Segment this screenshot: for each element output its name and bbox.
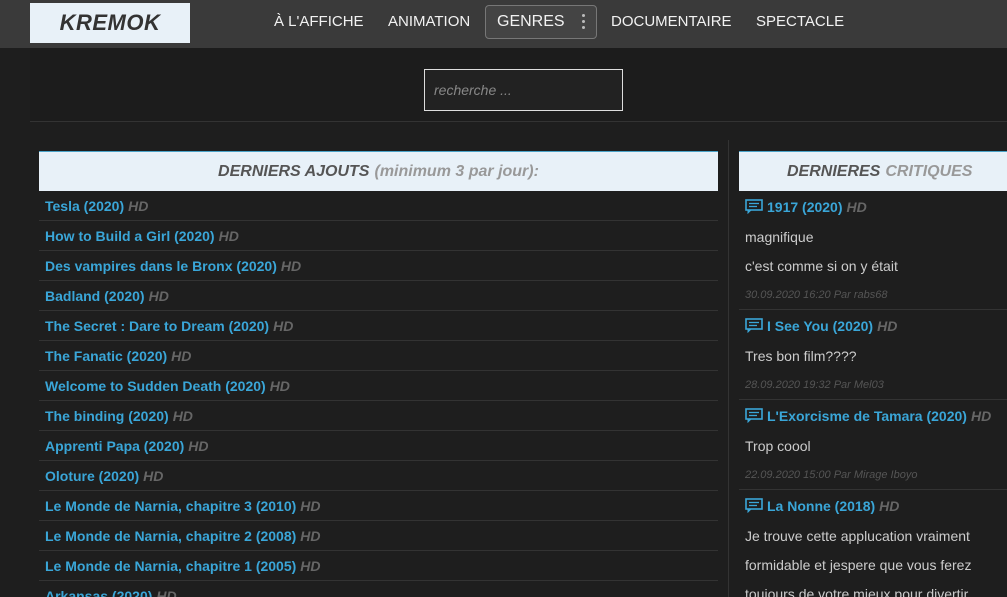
quality-badge: HD bbox=[300, 497, 321, 514]
film-row: Le Monde de Narnia, chapitre 2 (2008) HD bbox=[39, 521, 718, 551]
film-title-link[interactable]: Arkansas (2020) bbox=[45, 588, 152, 597]
film-title-link[interactable]: Des vampires dans le Bronx (2020) bbox=[45, 258, 277, 274]
comment-icon bbox=[745, 199, 763, 214]
top-navbar: KREMOK À L'AFFICHE ANIMATION GENRES DOCU… bbox=[0, 0, 1007, 48]
latest-critiques-subtitle: CRITIQUES bbox=[885, 162, 973, 180]
quality-badge: HD bbox=[128, 197, 149, 214]
critique-text: Tres bon film???? bbox=[745, 347, 857, 364]
film-title-link[interactable]: Badland (2020) bbox=[45, 288, 145, 304]
column-divider bbox=[728, 140, 729, 597]
critique-title-row: I See You (2020) HD bbox=[745, 310, 1007, 341]
site-logo[interactable]: KREMOK bbox=[30, 3, 190, 43]
film-row: Oloture (2020) HD bbox=[39, 461, 718, 491]
film-title-link[interactable]: The binding (2020) bbox=[45, 408, 169, 424]
quality-badge: HD bbox=[172, 407, 193, 424]
film-title-link[interactable]: Le Monde de Narnia, chapitre 1 (2005) bbox=[45, 558, 296, 574]
quality-badge: HD bbox=[269, 377, 290, 394]
film-row: Des vampires dans le Bronx (2020) HD bbox=[39, 251, 718, 281]
critique-list: 1917 (2020) HD magnifique c'est comme si on… bbox=[739, 191, 1007, 597]
critique-text: Je trouve cette applucation vraiment bbox=[745, 527, 970, 544]
critique-text: Trop coool bbox=[745, 437, 811, 454]
latest-additions-panel: DERNIERS AJOUTS (minimum 3 par jour): Te… bbox=[39, 151, 718, 597]
film-row: Le Monde de Narnia, chapitre 3 (2010) HD bbox=[39, 491, 718, 521]
nav-spectacle[interactable]: SPECTACLE bbox=[756, 13, 844, 30]
film-row: Apprenti Papa (2020) HD bbox=[39, 431, 718, 461]
quality-badge: HD bbox=[300, 527, 321, 544]
quality-badge: HD bbox=[879, 497, 900, 514]
critique-film-link[interactable]: 1917 (2020) bbox=[767, 199, 843, 215]
logo-text: KREMOK bbox=[59, 10, 161, 35]
quality-badge: HD bbox=[273, 317, 294, 334]
film-row: How to Build a Girl (2020) HD bbox=[39, 221, 718, 251]
film-row: The Fanatic (2020) HD bbox=[39, 341, 718, 371]
film-title-link[interactable]: Welcome to Sudden Death (2020) bbox=[45, 378, 266, 394]
latest-additions-subtitle: (minimum 3 par jour): bbox=[374, 162, 539, 180]
film-list: Tesla (2020) HD How to Build a Girl (2020)… bbox=[39, 191, 718, 597]
critique-text: magnifique bbox=[745, 228, 814, 245]
film-title-link[interactable]: The Secret : Dare to Dream (2020) bbox=[45, 318, 269, 334]
critique-meta: 30.09.2020 16:20 Par rabs68 bbox=[745, 288, 888, 301]
critique-title-row: 1917 (2020) HD bbox=[745, 191, 1007, 222]
critique-title-row: L'Exorcisme de Tamara (2020) HD bbox=[745, 400, 1007, 431]
quality-badge: HD bbox=[846, 198, 867, 215]
quality-badge: HD bbox=[970, 407, 992, 424]
critique-text: formidable et jespere que vous ferez bbox=[745, 556, 972, 573]
latest-additions-header: DERNIERS AJOUTS (minimum 3 par jour): bbox=[39, 151, 718, 191]
critique-item: I See You (2020) HD Tres bon film???? 28.09… bbox=[739, 310, 1007, 400]
critique-film-link[interactable]: La Nonne (2018) bbox=[767, 498, 875, 514]
critique-film-link[interactable]: I See You (2020) bbox=[767, 318, 873, 334]
film-row: Tesla (2020) HD bbox=[39, 191, 718, 221]
critique-item: 1917 (2020) HD magnifique c'est comme si on… bbox=[739, 191, 1007, 310]
latest-critiques-header: DERNIERES CRITIQUES bbox=[739, 151, 1007, 191]
quality-badge: HD bbox=[280, 257, 302, 274]
nav-genres-label: GENRES bbox=[497, 13, 565, 30]
film-title-link[interactable]: Le Monde de Narnia, chapitre 2 (2008) bbox=[45, 528, 296, 544]
film-title-link[interactable]: Tesla (2020) bbox=[45, 198, 124, 214]
film-title-link[interactable]: The Fanatic (2020) bbox=[45, 348, 167, 364]
film-title-link[interactable]: How to Build a Girl (2020) bbox=[45, 228, 215, 244]
film-row: Badland (2020) HD bbox=[39, 281, 718, 311]
film-row: Arkansas (2020) HD bbox=[39, 581, 718, 597]
quality-badge: HD bbox=[877, 317, 898, 334]
latest-critiques-title: DERNIERES bbox=[787, 162, 881, 180]
nav-genres-dropdown[interactable]: GENRES bbox=[485, 5, 597, 39]
quality-badge: HD bbox=[148, 287, 169, 304]
quality-badge: HD bbox=[171, 347, 192, 364]
latest-additions-title: DERNIERS AJOUTS bbox=[218, 162, 370, 180]
critique-item: La Nonne (2018) HD Je trouve cette appluca… bbox=[739, 490, 1007, 597]
search-bar bbox=[30, 48, 1007, 122]
search-input[interactable] bbox=[424, 69, 623, 111]
film-title-link[interactable]: Apprenti Papa (2020) bbox=[45, 438, 184, 454]
nav-animation[interactable]: ANIMATION bbox=[388, 13, 470, 30]
critique-meta: 22.09.2020 15:00 Par Mirage Iboyo bbox=[745, 468, 918, 481]
latest-critiques-panel: DERNIERES CRITIQUES 1917 (2020) HD magnifi… bbox=[739, 151, 1007, 597]
comment-icon bbox=[745, 318, 763, 333]
critique-film-link[interactable]: L'Exorcisme de Tamara (2020) bbox=[767, 408, 967, 424]
quality-badge: HD bbox=[188, 437, 209, 454]
film-row: The binding (2020) HD bbox=[39, 401, 718, 431]
critique-text: toujours de votre mieux pour divertir. bbox=[745, 585, 972, 597]
more-vertical-icon bbox=[582, 14, 586, 32]
quality-badge: HD bbox=[300, 557, 321, 574]
critique-meta: 28.09.2020 19:32 Par Mel03 bbox=[745, 378, 884, 391]
film-title-link[interactable]: Oloture (2020) bbox=[45, 468, 139, 484]
critique-text: c'est comme si on y était bbox=[745, 257, 898, 274]
quality-badge: HD bbox=[143, 467, 164, 484]
film-row: The Secret : Dare to Dream (2020) HD bbox=[39, 311, 718, 341]
critique-title-row: La Nonne (2018) HD bbox=[745, 490, 1007, 521]
comment-icon bbox=[745, 408, 763, 423]
film-row: Le Monde de Narnia, chapitre 1 (2005) HD bbox=[39, 551, 718, 581]
quality-badge: HD bbox=[156, 587, 177, 597]
comment-icon bbox=[745, 498, 763, 513]
nav-documentaire[interactable]: DOCUMENTAIRE bbox=[611, 13, 732, 30]
quality-badge: HD bbox=[218, 227, 239, 244]
film-row: Welcome to Sudden Death (2020) HD bbox=[39, 371, 718, 401]
nav-a-laffiche[interactable]: À L'AFFICHE bbox=[274, 13, 364, 30]
film-title-link[interactable]: Le Monde de Narnia, chapitre 3 (2010) bbox=[45, 498, 296, 514]
critique-item: L'Exorcisme de Tamara (2020) HD Trop coool… bbox=[739, 400, 1007, 490]
